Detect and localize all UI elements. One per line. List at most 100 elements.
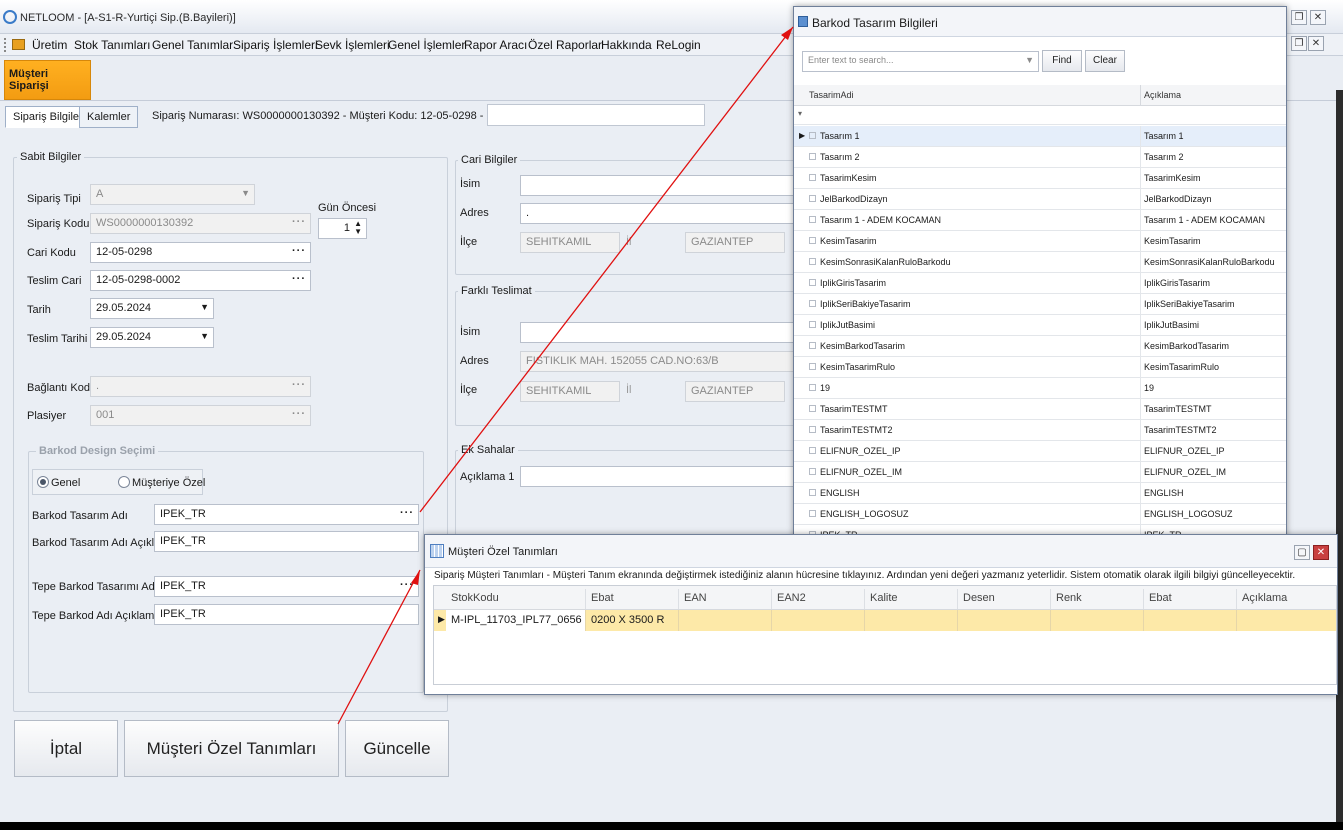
ek-aciklama-field[interactable] (520, 466, 800, 487)
barkod-row[interactable]: IplikSeriBakiyeTasarim IplikSeriBakiyeTas… (794, 294, 1286, 315)
gun-oncesi-spinner[interactable]: 1 ▲ ▼ (318, 218, 367, 239)
expand-icon[interactable] (809, 363, 816, 370)
expand-icon[interactable] (809, 384, 816, 391)
expand-icon[interactable] (809, 216, 816, 223)
barkod-row[interactable]: IplikJutBasimi IplikJutBasimi (794, 315, 1286, 336)
iptal-button[interactable]: İptal (14, 720, 118, 777)
cari-kodu-field[interactable]: 12-05-0298 ··· (90, 242, 311, 263)
expand-icon[interactable] (809, 153, 816, 160)
menu-item-stok[interactable]: Stok Tanımları (74, 38, 150, 52)
barkod-row[interactable]: KesimTasarimRulo KesimTasarimRulo (794, 357, 1286, 378)
expand-icon[interactable] (809, 237, 816, 244)
farkli-isim-field[interactable] (520, 322, 800, 343)
teslim-tarihi-field[interactable]: 29.05.2024 ▼ (90, 327, 214, 348)
barkod-row[interactable]: KesimTasarim KesimTasarim (794, 231, 1286, 252)
col-tasarim-adi[interactable]: TasarimAdi (809, 90, 854, 100)
musteri-col-header[interactable]: EAN (679, 589, 772, 609)
barkod-row[interactable]: Tasarım 1 - ADEM KOCAMAN Tasarım 1 - ADEM… (794, 210, 1286, 231)
restore-icon[interactable]: ❐ (1291, 10, 1307, 25)
musteri-cell[interactable] (772, 610, 865, 631)
barkod-row[interactable]: ELIFNUR_OZEL_IM ELIFNUR_OZEL_IM (794, 462, 1286, 483)
menu-item-hakkinda[interactable]: Hakkında (601, 38, 652, 52)
tarih-field[interactable]: 29.05.2024 ▼ (90, 298, 214, 319)
menu-item-uretim[interactable]: Üretim (32, 38, 67, 52)
musteri-cell[interactable] (958, 610, 1051, 631)
expand-icon[interactable] (809, 447, 816, 454)
farkli-ilce-field[interactable]: SEHITKAMIL (520, 381, 620, 402)
barkod-row[interactable]: JelBarkodDizayn JelBarkodDizayn (794, 189, 1286, 210)
musteri-col-header[interactable]: EAN2 (772, 589, 865, 609)
tepe-barkod-aciklama-field[interactable]: IPEK_TR (154, 604, 419, 625)
expand-icon[interactable] (809, 195, 816, 202)
dropdown-arrow-icon[interactable]: ▼ (200, 331, 209, 341)
cari-isim-field[interactable] (520, 175, 800, 196)
find-button[interactable]: Find (1042, 50, 1082, 72)
menu-app-icon[interactable] (12, 39, 25, 50)
barkod-row[interactable]: ▶ Tasarım 1 Tasarım 1 (794, 126, 1286, 147)
barkod-row[interactable]: Tasarım 2 Tasarım 2 (794, 147, 1286, 168)
radio-genel[interactable] (37, 476, 49, 488)
musteri-cell[interactable] (1144, 610, 1237, 631)
barkod-row[interactable]: TasarimKesim TasarimKesim (794, 168, 1286, 189)
expand-icon[interactable] (809, 258, 816, 265)
dropdown-arrow-icon[interactable]: ▼ (1025, 55, 1034, 65)
ellipsis-icon[interactable]: ··· (400, 579, 414, 591)
musteri-col-header[interactable]: Desen (958, 589, 1051, 609)
menu-item-sevk[interactable]: Sevk İşlemleri (315, 38, 390, 52)
barkod-tasarim-aciklama-field[interactable]: IPEK_TR (154, 531, 419, 552)
musteri-col-header[interactable]: Ebat (586, 589, 679, 609)
document-tab[interactable]: Müşteri Siparişi (4, 60, 91, 100)
barkod-row[interactable]: ENGLISH ENGLISH (794, 483, 1286, 504)
expand-icon[interactable] (809, 300, 816, 307)
clear-button[interactable]: Clear (1085, 50, 1125, 72)
menu-item-genel-islemler[interactable]: Genel İşlemler (388, 38, 465, 52)
mdi-close-icon[interactable]: ✕ (1308, 36, 1324, 51)
baglanti-kodu-field[interactable]: . ··· (90, 376, 311, 397)
menu-item-siparis[interactable]: Sipariş İşlemleri (233, 38, 318, 52)
siparis-kodu-field[interactable]: WS0000000130392 ··· (90, 213, 311, 234)
musteri-cell[interactable]: M-IPL_11703_IPL77_0656 (446, 610, 586, 631)
musteri-cell[interactable] (679, 610, 772, 631)
maximize-icon[interactable]: ▢ (1294, 545, 1310, 560)
barkod-search-input[interactable]: Enter text to search... ▼ (802, 51, 1039, 72)
musteri-cell[interactable] (865, 610, 958, 631)
expand-icon[interactable] (809, 489, 816, 496)
ellipsis-icon[interactable]: ··· (400, 507, 414, 519)
musteri-col-header[interactable]: Açıklama (1237, 589, 1343, 609)
cari-adres-field[interactable]: . (520, 203, 800, 224)
farkli-il-field[interactable]: GAZIANTEP (685, 381, 785, 402)
mdi-restore-icon[interactable]: ❐ (1291, 36, 1307, 51)
guncelle-button[interactable]: Güncelle (345, 720, 449, 777)
barkod-row[interactable]: TasarimTESTMT2 TasarimTESTMT2 (794, 420, 1286, 441)
barkod-tasarim-adi-field[interactable]: IPEK_TR ··· (154, 504, 419, 525)
expand-icon[interactable] (809, 405, 816, 412)
ellipsis-icon[interactable]: ··· (292, 273, 306, 285)
musteri-col-header[interactable]: Ebat (1144, 589, 1237, 609)
musteri-col-header[interactable]: StokKodu (446, 589, 586, 609)
siparis-tipi-field[interactable]: A ▼ (90, 184, 255, 205)
plasiyer-field[interactable]: 001 ··· (90, 405, 311, 426)
menu-item-genel-tanimlar[interactable]: Genel Tanımlar (152, 38, 233, 52)
expand-icon[interactable] (809, 174, 816, 181)
farkli-adres-field[interactable]: FISTIKLIK MAH. 152055 CAD.NO:63/B (520, 351, 800, 372)
musteri-cell[interactable] (1237, 610, 1343, 631)
close-icon[interactable]: ✕ (1313, 545, 1329, 560)
musteri-ozel-tanimlari-button[interactable]: Müşteri Özel Tanımları (124, 720, 339, 777)
barkod-row[interactable]: IplikGirisTasarim IplikGirisTasarim (794, 273, 1286, 294)
tab-kalemler[interactable]: Kalemler (79, 106, 139, 128)
radio-musteriye-ozel[interactable] (118, 476, 130, 488)
teslim-cari-field[interactable]: 12-05-0298-0002 ··· (90, 270, 311, 291)
dropdown-arrow-icon[interactable]: ▼ (200, 302, 209, 312)
cari-il-field[interactable]: GAZIANTEP (685, 232, 785, 253)
barkod-row[interactable]: TasarimTESTMT TasarimTESTMT (794, 399, 1286, 420)
expand-icon[interactable] (809, 468, 816, 475)
musteri-col-header[interactable]: Renk (1051, 589, 1144, 609)
expand-icon[interactable] (809, 426, 816, 433)
col-aciklama[interactable]: Açıklama (1144, 90, 1181, 100)
barkod-row[interactable]: KesimSonrasiKalanRuloBarkodu KesimSonrasi… (794, 252, 1286, 273)
barkod-row[interactable]: 19 19 (794, 378, 1286, 399)
customer-name-field[interactable] (487, 104, 705, 126)
expand-icon[interactable] (809, 510, 816, 517)
expand-icon[interactable] (809, 342, 816, 349)
musteri-col-header[interactable]: Kalite (865, 589, 958, 609)
